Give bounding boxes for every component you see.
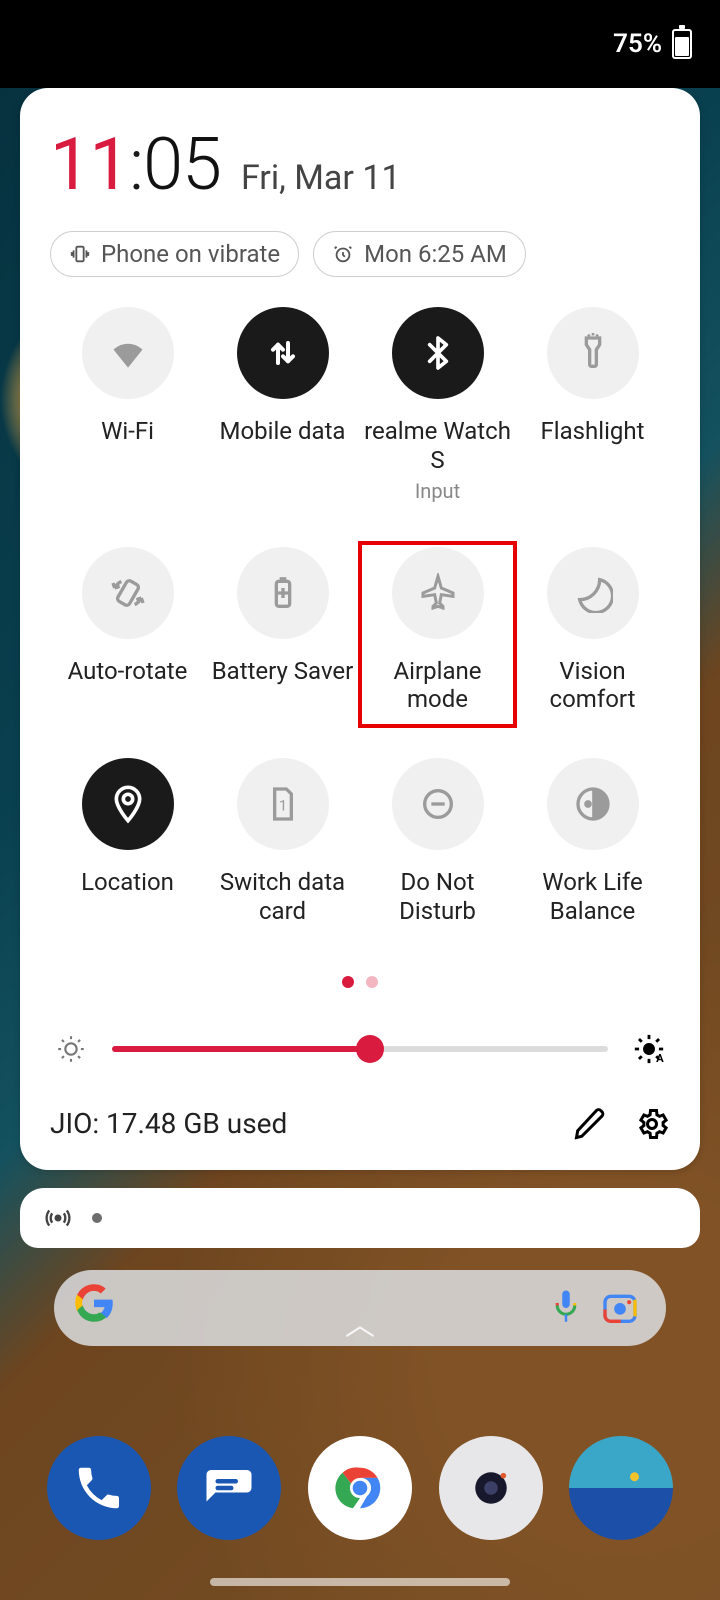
dock: [0, 1436, 720, 1540]
realme-watch-icon: [392, 307, 484, 399]
clock-hours: 11: [50, 122, 129, 207]
tile-label: Work Life Balance: [519, 868, 666, 926]
vision-comfort-icon: [547, 547, 639, 639]
page-dot-2: [366, 976, 378, 988]
location-icon: [82, 758, 174, 850]
brightness-low-icon: [54, 1032, 88, 1066]
battery-percent: 75%: [613, 29, 662, 59]
page-indicator: [50, 976, 670, 988]
battery-icon: [672, 29, 692, 59]
tile-label: Location: [81, 868, 174, 897]
svg-text:1: 1: [278, 797, 286, 815]
google-g-icon: [74, 1283, 114, 1333]
mobile-data-icon: [237, 307, 329, 399]
settings-gear-icon[interactable]: [634, 1106, 670, 1142]
tile-label: Auto-rotate: [68, 657, 188, 686]
vibrate-icon: [69, 243, 91, 265]
chip-label: Phone on vibrate: [101, 240, 280, 268]
tile-realme-watch[interactable]: realme Watch S Input: [360, 307, 515, 503]
tile-battery-saver[interactable]: Battery Saver: [205, 547, 360, 715]
flashlight-icon: [547, 307, 639, 399]
data-usage[interactable]: JIO: 17.48 GB used: [50, 1107, 546, 1140]
chip-phone-vibrate[interactable]: Phone on vibrate: [50, 231, 299, 277]
tile-label: Flashlight: [541, 417, 645, 446]
tile-auto-rotate[interactable]: Auto-rotate: [50, 547, 205, 715]
brightness-slider[interactable]: [112, 1046, 608, 1052]
chip-label: Mon 6:25 AM: [364, 240, 507, 268]
quick-settings-panel: 11:05 Fri, Mar 11 Phone on vibrate Mon 6…: [20, 88, 700, 1170]
tile-vision-comfort[interactable]: Vision comfort: [515, 547, 670, 715]
tile-work-life[interactable]: Work Life Balance: [515, 758, 670, 926]
tile-flashlight[interactable]: Flashlight: [515, 307, 670, 503]
notification-bar[interactable]: [20, 1188, 700, 1248]
wifi-icon: [82, 307, 174, 399]
edit-icon[interactable]: [572, 1106, 608, 1142]
app-chrome[interactable]: [308, 1436, 412, 1540]
battery-saver-icon: [237, 547, 329, 639]
tile-label: realme Watch S: [364, 417, 511, 475]
auto-rotate-icon: [82, 547, 174, 639]
svg-text:A: A: [656, 1051, 664, 1065]
alarm-clock-icon: [332, 243, 354, 265]
mic-icon[interactable]: [550, 1288, 582, 1328]
hotspot-icon: [44, 1204, 72, 1232]
tile-label: Do Not Disturb: [364, 868, 511, 926]
tile-dnd[interactable]: Do Not Disturb: [360, 758, 515, 926]
status-bar: 75%: [0, 0, 720, 88]
date: Fri, Mar 11: [241, 158, 401, 198]
tile-sublabel: Input: [415, 479, 460, 503]
work-life-icon: [547, 758, 639, 850]
app-drawer-handle[interactable]: ︿: [345, 1300, 375, 1344]
tile-label: Battery Saver: [212, 657, 354, 686]
tile-airplane-mode[interactable]: Airplane mode: [360, 547, 515, 715]
tile-label: Wi-Fi: [101, 417, 154, 446]
tile-label: Mobile data: [220, 417, 346, 446]
brightness-slider-row: A: [50, 1032, 670, 1066]
chip-alarm[interactable]: Mon 6:25 AM: [313, 231, 526, 277]
app-gallery[interactable]: [569, 1436, 673, 1540]
tile-label: Switch data card: [209, 868, 356, 926]
app-phone[interactable]: [47, 1436, 151, 1540]
notification-dot: [92, 1213, 102, 1223]
gesture-bar[interactable]: [210, 1578, 510, 1586]
tile-label: Vision comfort: [519, 657, 666, 715]
app-camera[interactable]: [439, 1436, 543, 1540]
tile-switch-sim[interactable]: 1 Switch data card: [205, 758, 360, 926]
tile-wifi[interactable]: Wi-Fi: [50, 307, 205, 503]
dnd-icon: [392, 758, 484, 850]
airplane-mode-icon: [392, 547, 484, 639]
page-dot-1: [342, 976, 354, 988]
switch-sim-icon: 1: [237, 758, 329, 850]
app-messages[interactable]: [177, 1436, 281, 1540]
auto-brightness-icon[interactable]: A: [632, 1032, 666, 1066]
tile-mobile-data[interactable]: Mobile data: [205, 307, 360, 503]
tile-location[interactable]: Location: [50, 758, 205, 926]
clock: 11:05: [50, 122, 221, 207]
clock-minutes: 05: [143, 122, 221, 207]
tile-label: Airplane mode: [364, 657, 511, 715]
lens-icon[interactable]: [600, 1288, 640, 1328]
